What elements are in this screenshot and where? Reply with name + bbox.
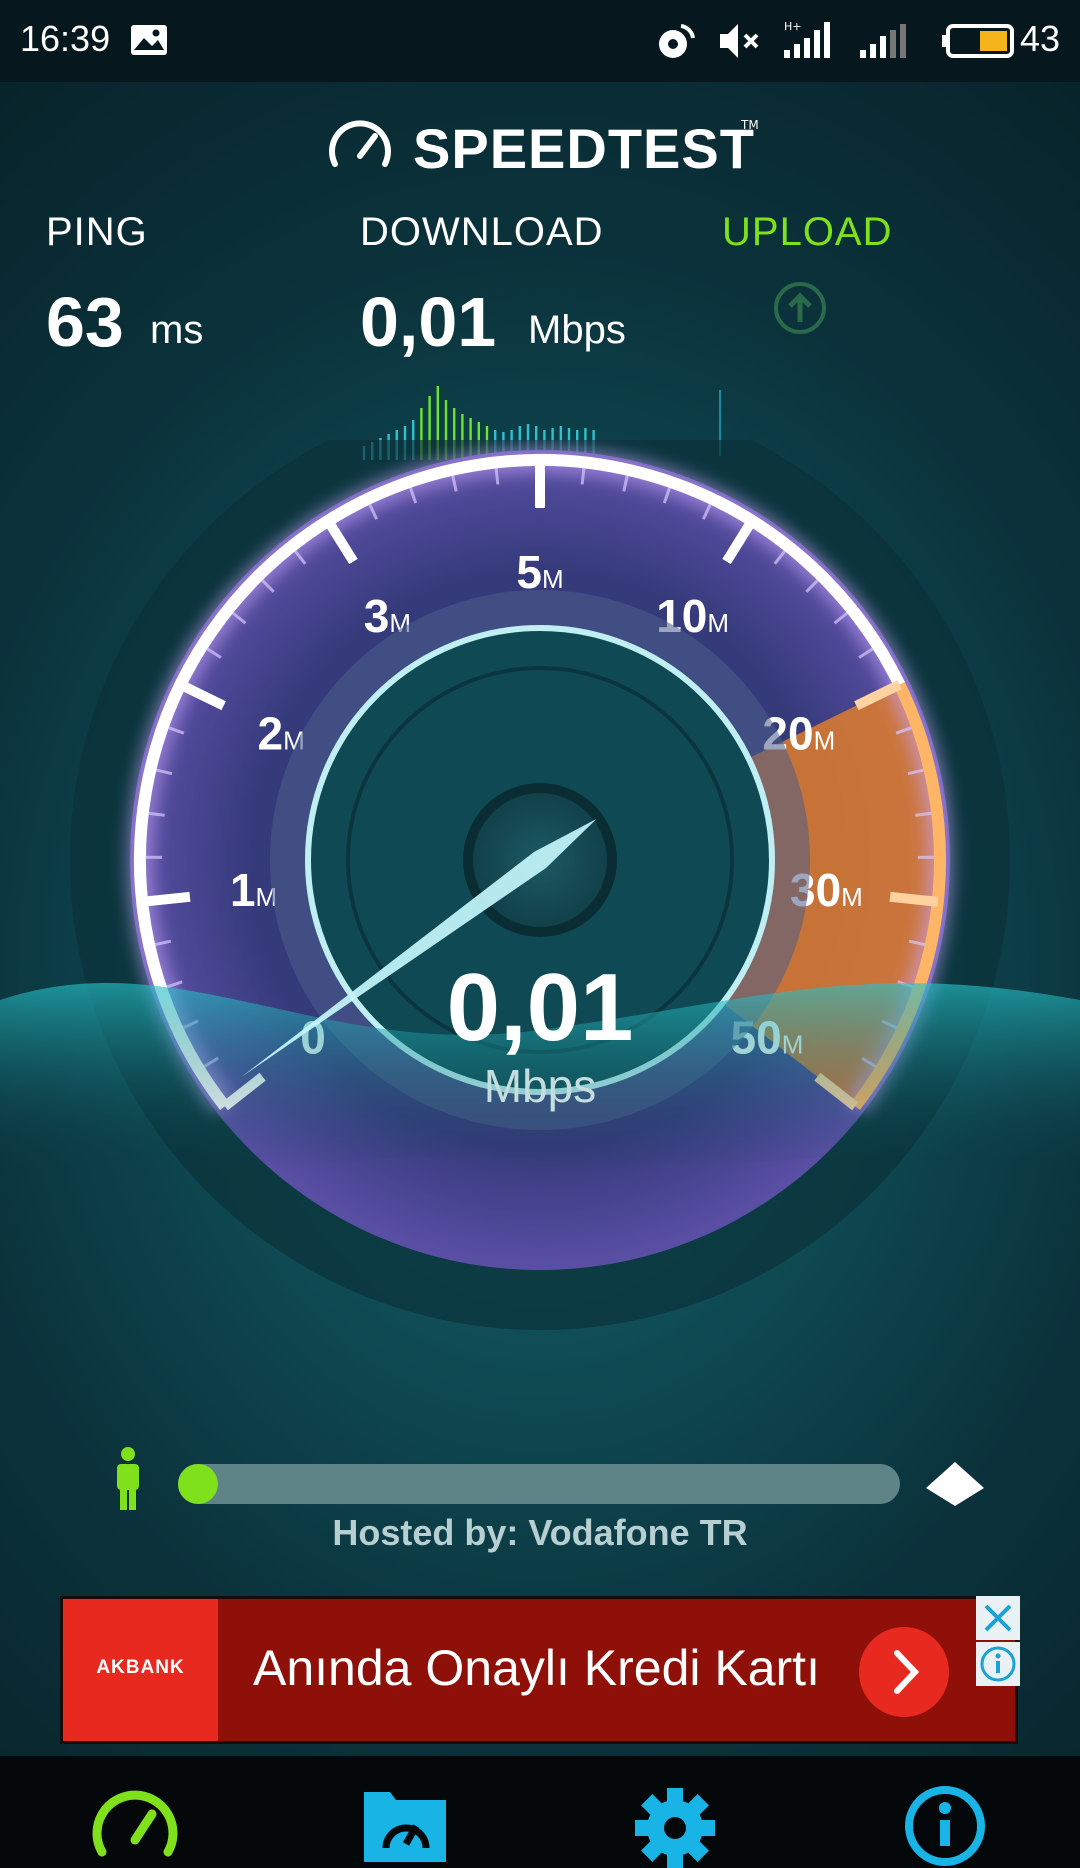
- ad-banner[interactable]: AKBANK Anında Onaylı Kredi Kartı: [60, 1596, 1018, 1744]
- download-value: 0,01: [360, 283, 497, 361]
- signal-hplus-icon: H+: [784, 20, 830, 58]
- ad-brand-logo: AKBANK: [63, 1599, 218, 1741]
- download-label: DOWNLOAD: [360, 210, 604, 254]
- gauge-unit: Mbps: [484, 1060, 596, 1112]
- info-icon: [980, 1646, 1016, 1682]
- speedtest-tab-icon: [92, 1790, 178, 1857]
- nav-info[interactable]: [900, 1778, 990, 1868]
- gauge-major-tick: [141, 891, 191, 907]
- speed-gauge: 01M2M3M5M10M20M30M50M 0,01 Mbps: [0, 440, 1080, 1330]
- gauge-reading: 0,01: [447, 954, 634, 1061]
- results-tab-icon: [364, 1792, 446, 1862]
- ping-unit: ms: [150, 308, 204, 352]
- signal-icon: [860, 24, 906, 58]
- upload-label: UPLOAD: [722, 210, 893, 254]
- battery-icon: [942, 24, 1014, 58]
- info-tab-icon: [905, 1786, 985, 1866]
- gauge-minor-tick: [494, 468, 500, 485]
- ad-arrow-button[interactable]: [859, 1627, 949, 1717]
- close-icon: [984, 1604, 1012, 1632]
- ad-brand-name: AKBANK: [96, 1657, 185, 1678]
- app-title: SPEEDTEST: [413, 117, 755, 180]
- battery-level: 43: [1020, 18, 1061, 59]
- test-progress-bar: [178, 1464, 900, 1504]
- test-progress-fill: [178, 1464, 218, 1504]
- person-icon: [117, 1447, 139, 1510]
- mute-icon: [720, 24, 759, 58]
- image-icon: [131, 25, 167, 55]
- chevron-right-icon: [894, 1650, 920, 1694]
- nav-speedtest[interactable]: [90, 1778, 180, 1868]
- bottom-navigation: [0, 1756, 1080, 1868]
- speedometer-icon: [329, 120, 391, 167]
- svg-text:H+: H+: [784, 20, 802, 33]
- ping-label: PING: [46, 210, 148, 254]
- cast-icon: [659, 24, 695, 58]
- ad-text: Anında Onaylı Kredi Kartı: [253, 1640, 820, 1696]
- ad-close-button[interactable]: [976, 1596, 1020, 1640]
- status-bar: 16:39 H+ 43: [0, 0, 1080, 82]
- gauge-minor-tick: [148, 811, 165, 817]
- speedtest-logo: SPEEDTEST TM: [325, 112, 765, 182]
- gauge-major-tick: [889, 891, 939, 907]
- ping-value: 63: [46, 283, 124, 361]
- nav-settings[interactable]: [630, 1778, 720, 1868]
- settings-tab-icon: [635, 1788, 715, 1868]
- status-time: 16:39: [20, 18, 111, 59]
- nav-results[interactable]: [360, 1778, 450, 1868]
- trademark: TM: [741, 118, 759, 132]
- gauge-minor-tick: [915, 811, 932, 817]
- hosted-by: Hosted by: Vodafone TR: [332, 1512, 748, 1553]
- ad-info-button[interactable]: [976, 1642, 1020, 1686]
- gauge-minor-tick: [580, 468, 586, 485]
- server-icon: [926, 1462, 984, 1506]
- download-unit: Mbps: [528, 308, 626, 352]
- upload-arrow-icon: [774, 282, 826, 334]
